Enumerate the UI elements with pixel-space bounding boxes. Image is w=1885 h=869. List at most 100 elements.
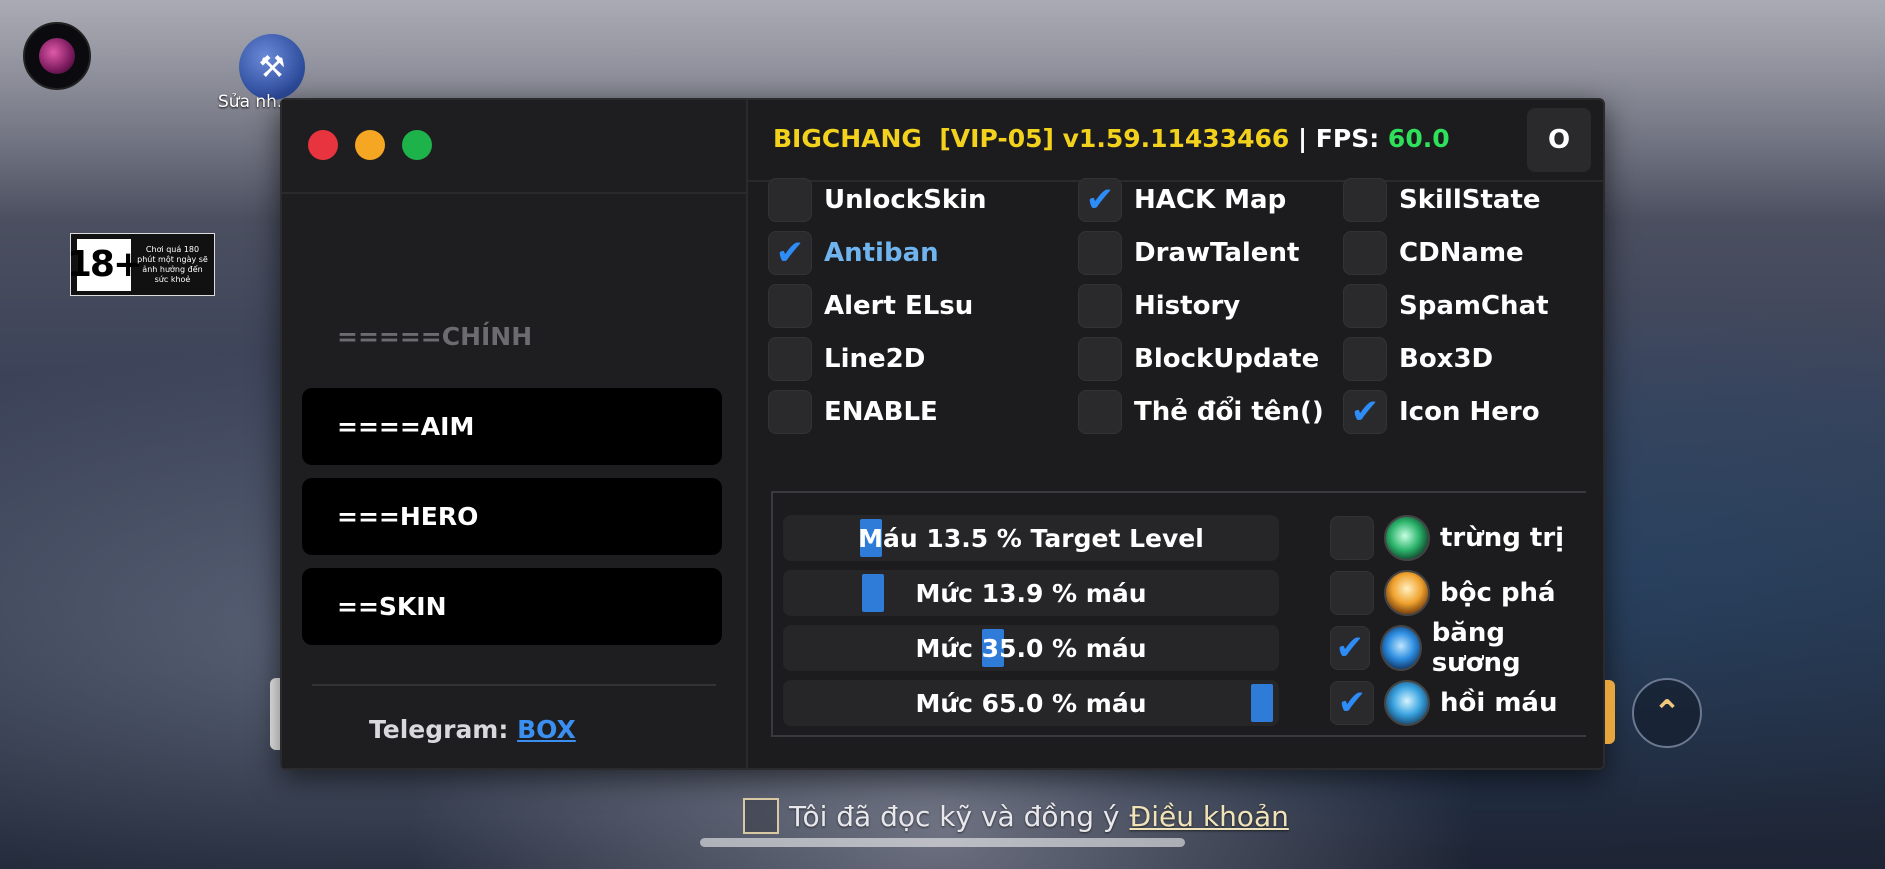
spell-option[interactable]: trừng trị (1330, 515, 1564, 561)
window-controls (308, 130, 432, 160)
telegram-link[interactable]: BOX (517, 715, 576, 744)
slider-label: Mức 13.9 % máu (915, 578, 1147, 608)
checkbox[interactable] (1078, 390, 1122, 434)
telegram-line: Telegram: BOX (369, 715, 576, 744)
checkbox[interactable] (1078, 231, 1122, 275)
health-threshold-slider[interactable]: Máu 13.5 % Target Level (783, 515, 1279, 561)
spell-label: trừng trị (1440, 523, 1565, 553)
divider (312, 684, 716, 686)
terms-link[interactable]: Điều khoản (1130, 800, 1289, 833)
checkmark-icon[interactable]: ✔ (1330, 626, 1370, 670)
chevron-up-icon[interactable]: ⌃ (1632, 678, 1702, 748)
title-fps-label: | FPS: (1289, 124, 1388, 153)
telegram-label: Telegram: (369, 715, 509, 744)
option-label: Alert ELsu (824, 291, 974, 321)
option-blockupdate[interactable]: BlockUpdate (1078, 336, 1319, 382)
option-label: SkillState (1399, 185, 1541, 215)
option-label: UnlockSkin (824, 185, 987, 215)
checkbox[interactable] (768, 178, 812, 222)
sidebar: =====CHÍNH ====AIM ===HERO ==SKIN Telegr… (282, 100, 748, 768)
option-history[interactable]: History (1078, 283, 1240, 329)
option-skillstate[interactable]: SkillState (1343, 177, 1541, 223)
age-rating-badge: 18+ Chơi quá 180 phút một ngày sẽ ảnh hư… (67, 233, 215, 296)
app-logo[interactable] (23, 22, 91, 90)
option-icon-hero[interactable]: ✔ Icon Hero (1343, 389, 1540, 435)
slider-label: Mức 65.0 % máu (915, 688, 1147, 718)
slider-thumb[interactable] (862, 574, 884, 612)
side-tab-right (1605, 680, 1615, 744)
health-threshold-slider[interactable]: Mức 35.0 % máu (783, 625, 1279, 671)
window-title: BIGCHANG [VIP-05] v1.59.11433466 | FPS: … (773, 124, 1450, 153)
checkbox[interactable] (1330, 516, 1374, 560)
slider-label: Mức 35.0 % máu (915, 633, 1147, 663)
spell-option[interactable]: ✔ băng sương (1330, 618, 1586, 678)
slider-thumb[interactable] (1251, 684, 1273, 722)
health-threshold-slider[interactable]: Mức 65.0 % máu (783, 680, 1279, 726)
option-antiban[interactable]: ✔ Antiban (768, 230, 939, 276)
divider (282, 192, 746, 194)
checkbox[interactable] (768, 337, 812, 381)
main-content: BIGCHANG [VIP-05] v1.59.11433466 | FPS: … (746, 100, 1603, 768)
repair-tools-icon[interactable]: ⚒ (239, 34, 305, 100)
sidebar-item-skin[interactable]: ==SKIN (302, 568, 722, 645)
punish-spell-icon (1384, 515, 1430, 561)
mod-menu-window: =====CHÍNH ====AIM ===HERO ==SKIN Telegr… (280, 98, 1605, 770)
checkmark-icon[interactable]: ✔ (768, 231, 812, 275)
option-th-i-t-n[interactable]: Thẻ đổi tên() (1078, 389, 1324, 435)
option-alert-elsu[interactable]: Alert ELsu (768, 283, 973, 329)
option-label: HACK Map (1134, 185, 1287, 215)
checkmark-icon[interactable]: ✔ (1330, 681, 1374, 725)
minimize-dot-button[interactable] (355, 130, 385, 160)
burst-spell-icon (1384, 570, 1430, 616)
option-spamchat[interactable]: SpamChat (1343, 283, 1549, 329)
title-version: [VIP-05] v1.59.11433466 (939, 124, 1290, 153)
option-hack-map[interactable]: ✔ HACK Map (1078, 177, 1286, 223)
close-dot-button[interactable] (308, 130, 338, 160)
option-unlockskin[interactable]: UnlockSkin (768, 177, 987, 223)
option-box3d[interactable]: Box3D (1343, 336, 1493, 382)
checkbox[interactable] (1343, 284, 1387, 328)
maximize-dot-button[interactable] (402, 130, 432, 160)
option-label: Box3D (1399, 344, 1494, 374)
option-label: History (1134, 291, 1241, 321)
sidebar-item-aim[interactable]: ====AIM (302, 388, 722, 465)
terms-agreement: Tôi đã đọc kỹ và đồng ý Điều khoản (743, 798, 1289, 834)
spell-label: bộc phá (1440, 578, 1556, 608)
checkmark-icon[interactable]: ✔ (1343, 390, 1387, 434)
checkbox[interactable] (1343, 337, 1387, 381)
close-button[interactable]: O (1527, 108, 1591, 172)
dragon-logo-icon (39, 38, 75, 74)
sidebar-item-hero[interactable]: ===HERO (302, 478, 722, 555)
home-indicator[interactable] (700, 838, 1185, 847)
option-enable[interactable]: ENABLE (768, 389, 938, 435)
option-drawtalent[interactable]: DrawTalent (1078, 230, 1299, 276)
option-label: Line2D (824, 344, 926, 374)
age-rating-number: 18+ (67, 238, 143, 291)
spell-option[interactable]: bộc phá (1330, 570, 1556, 616)
option-label: BlockUpdate (1134, 344, 1320, 374)
option-cdname[interactable]: CDName (1343, 230, 1524, 276)
checkbox[interactable] (1078, 284, 1122, 328)
option-label: SpamChat (1399, 291, 1549, 321)
checkbox[interactable] (1343, 178, 1387, 222)
spell-label: hồi máu (1440, 688, 1558, 718)
option-label: Icon Hero (1399, 397, 1540, 427)
agree-text: Tôi đã đọc kỹ và đồng ý (789, 799, 1120, 833)
checkbox[interactable] (1078, 337, 1122, 381)
agree-checkbox[interactable] (743, 798, 779, 834)
checkmark-icon[interactable]: ✔ (1078, 178, 1122, 222)
checkbox[interactable] (768, 284, 812, 328)
checkbox[interactable] (1343, 231, 1387, 275)
option-label: DrawTalent (1134, 238, 1300, 268)
spell-option[interactable]: ✔ hồi máu (1330, 680, 1557, 726)
option-label: CDName (1399, 238, 1524, 268)
health-threshold-slider[interactable]: Mức 13.9 % máu (783, 570, 1279, 616)
sidebar-header-main[interactable]: =====CHÍNH (337, 322, 532, 351)
title-bar: BIGCHANG [VIP-05] v1.59.11433466 | FPS: … (746, 100, 1603, 182)
option-line2d[interactable]: Line2D (768, 336, 925, 382)
checkbox[interactable] (1330, 571, 1374, 615)
option-label: Antiban (824, 238, 939, 268)
checkbox[interactable] (768, 390, 812, 434)
settings-subpanel: Máu 13.5 % Target Level Mức 13.9 % máu Mức… (771, 491, 1586, 737)
title-brand: BIGCHANG (773, 124, 922, 153)
